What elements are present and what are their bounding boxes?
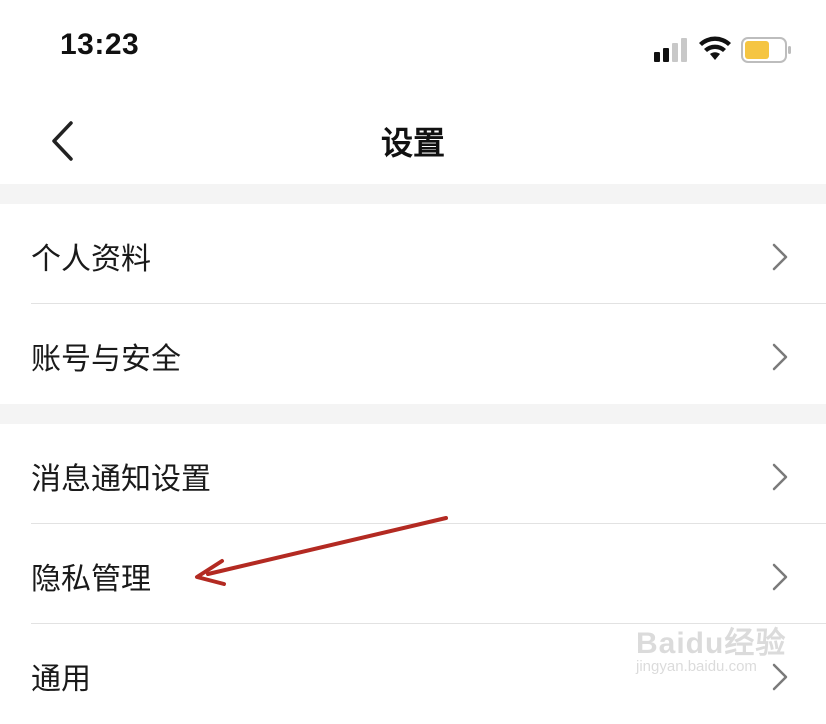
menu-item-privacy[interactable]: 隐私管理 bbox=[0, 524, 826, 624]
watermark-logo: Baidu经验 jingyan.baidu.com bbox=[636, 614, 806, 684]
menu-item-notification-settings[interactable]: 消息通知设置 bbox=[0, 424, 826, 524]
page-title: 设置 bbox=[380, 124, 445, 162]
chevron-right-icon bbox=[772, 243, 788, 271]
status-time: 13:23 bbox=[60, 28, 140, 61]
status-bar: 13:23 bbox=[0, 0, 826, 100]
watermark-url: jingyan.baidu.com bbox=[636, 658, 757, 675]
menu-item-label: 通用 bbox=[31, 662, 91, 697]
chevron-right-icon bbox=[772, 563, 788, 591]
menu-item-label: 账号与安全 bbox=[31, 342, 181, 377]
chevron-right-icon bbox=[772, 463, 788, 491]
section-gap bbox=[0, 184, 826, 204]
watermark-brand: Baidu经验 bbox=[636, 627, 787, 660]
section-gap bbox=[0, 404, 826, 424]
menu-item-account-security[interactable]: 账号与安全 bbox=[0, 304, 826, 404]
chevron-right-icon bbox=[772, 343, 788, 371]
battery-icon bbox=[741, 37, 791, 63]
menu-item-label: 个人资料 bbox=[31, 242, 151, 277]
signal-icon bbox=[654, 38, 687, 62]
menu-item-profile[interactable]: 个人资料 bbox=[0, 204, 826, 304]
menu-item-label: 消息通知设置 bbox=[31, 462, 211, 497]
wifi-icon bbox=[699, 36, 731, 60]
menu-item-label: 隐私管理 bbox=[31, 562, 151, 597]
